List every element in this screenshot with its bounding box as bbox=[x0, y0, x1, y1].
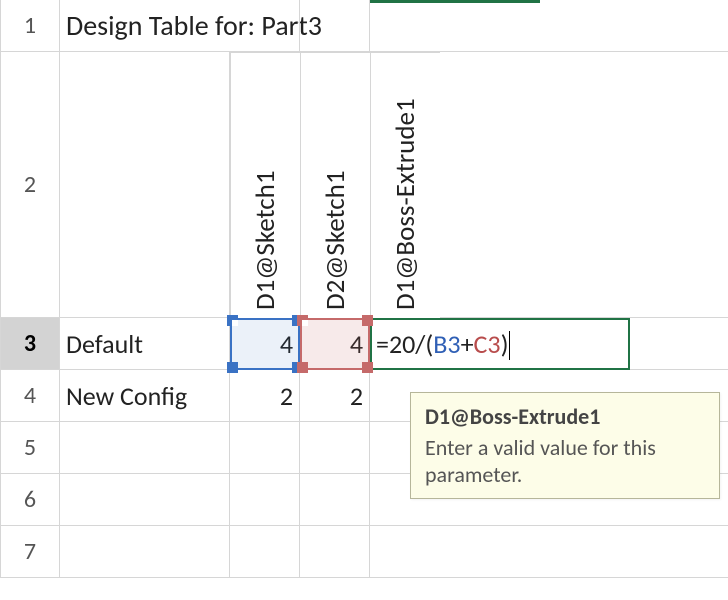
row-header-4[interactable]: 4 bbox=[0, 370, 60, 422]
cell-A7[interactable] bbox=[60, 526, 230, 578]
cell-B1[interactable] bbox=[230, 0, 300, 52]
cell-D1[interactable] bbox=[370, 0, 728, 52]
config-name-new: New Config bbox=[66, 380, 187, 412]
cell-B3-value: 4 bbox=[280, 328, 293, 360]
cell-B4[interactable]: 2 bbox=[230, 370, 300, 422]
tooltip-title: D1@Boss-Extrude1 bbox=[425, 403, 705, 430]
cell-B7[interactable] bbox=[230, 526, 300, 578]
formula-text: =20/(B3+C3) bbox=[376, 328, 510, 360]
param-header-c: D2@Sketch1 bbox=[319, 170, 352, 310]
cell-C4-value: 2 bbox=[350, 380, 363, 412]
cell-A6[interactable] bbox=[60, 474, 230, 526]
formula-ref2: C3 bbox=[474, 328, 501, 360]
cell-A5[interactable] bbox=[60, 422, 230, 474]
row-header-3[interactable]: 3 bbox=[0, 318, 60, 370]
cell-B3[interactable]: 4 bbox=[230, 318, 300, 370]
param-header-d: D1@Boss-Extrude1 bbox=[389, 98, 422, 310]
cell-B6[interactable] bbox=[230, 474, 300, 526]
cell-C7[interactable] bbox=[300, 526, 370, 578]
cell-C3[interactable]: 4 bbox=[300, 318, 370, 370]
param-header-b: D1@Sketch1 bbox=[249, 170, 282, 310]
cell-D3-formula[interactable]: =20/(B3+C3) bbox=[370, 318, 630, 370]
col-d-top-accent bbox=[370, 0, 540, 3]
parameter-tooltip: D1@Boss-Extrude1 Enter a valid value for… bbox=[410, 392, 720, 499]
cell-C3-value: 4 bbox=[350, 328, 363, 360]
config-name-default: Default bbox=[66, 328, 143, 360]
formula-prefix: =20/( bbox=[376, 328, 433, 360]
cell-D7[interactable] bbox=[370, 526, 728, 578]
row-header-2[interactable]: 2 bbox=[0, 52, 60, 318]
formula-suffix: ) bbox=[501, 328, 509, 360]
cell-D2-param[interactable]: D1@Boss-Extrude1 bbox=[370, 52, 440, 318]
cell-C2-param[interactable]: D2@Sketch1 bbox=[300, 52, 370, 318]
row-header-7[interactable]: 7 bbox=[0, 526, 60, 578]
cell-A3-config[interactable]: Default bbox=[60, 318, 230, 370]
cell-C5[interactable] bbox=[300, 422, 370, 474]
cell-E3-area[interactable] bbox=[630, 318, 728, 370]
cell-B4-value: 2 bbox=[280, 380, 293, 412]
cell-C1[interactable] bbox=[300, 0, 370, 52]
row-header-1[interactable]: 1 bbox=[0, 0, 60, 52]
row-header-5[interactable]: 5 bbox=[0, 422, 60, 474]
cell-C6[interactable] bbox=[300, 474, 370, 526]
cell-A2[interactable] bbox=[60, 52, 230, 318]
formula-ref1: B3 bbox=[433, 328, 460, 360]
formula-mid: + bbox=[461, 328, 474, 360]
cell-B5[interactable] bbox=[230, 422, 300, 474]
row-header-6[interactable]: 6 bbox=[0, 474, 60, 526]
spreadsheet[interactable]: 1 2 3 4 5 6 7 Design Table for: Part3 D1… bbox=[0, 0, 728, 600]
tooltip-body: Enter a valid value for this parameter. bbox=[425, 434, 705, 488]
cell-C4[interactable]: 2 bbox=[300, 370, 370, 422]
cell-E2-area[interactable] bbox=[440, 52, 728, 318]
cell-B2-param[interactable]: D1@Sketch1 bbox=[230, 52, 300, 318]
cell-A4-config[interactable]: New Config bbox=[60, 370, 230, 422]
text-cursor bbox=[509, 331, 510, 360]
